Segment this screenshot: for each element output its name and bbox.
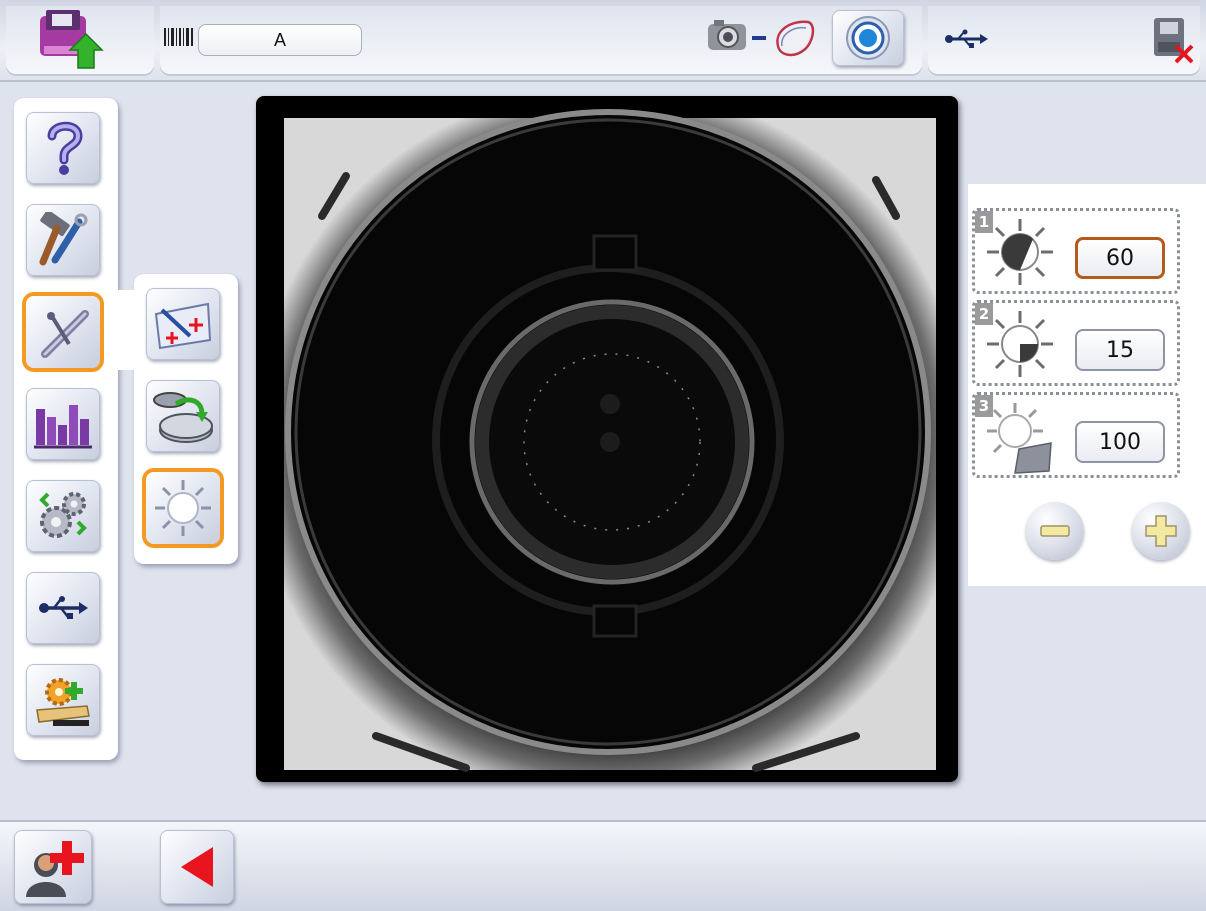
minus-icon	[1040, 525, 1070, 537]
increase-button[interactable]	[1132, 502, 1190, 560]
add-settings-icon	[36, 678, 90, 726]
back-button[interactable]	[160, 830, 234, 904]
light-row-1: 1 60	[972, 208, 1180, 294]
light-3-value[interactable]: 100	[1075, 421, 1165, 463]
settings-gears-icon	[39, 492, 87, 538]
lens-shape-icon	[770, 16, 818, 58]
statistics-button[interactable]	[26, 388, 100, 460]
target-button[interactable]	[832, 10, 904, 66]
usb-status	[944, 28, 988, 50]
add-operator-button[interactable]	[14, 830, 92, 904]
light-1-value[interactable]: 60	[1075, 237, 1165, 279]
top-bar: A	[0, 0, 1206, 82]
light-2-value[interactable]: 15	[1075, 329, 1165, 371]
tools-button[interactable]	[26, 204, 100, 276]
add-operator-icon	[26, 841, 84, 897]
usb-button[interactable]	[26, 572, 100, 644]
calibration-icon	[41, 310, 89, 358]
usb-icon	[945, 29, 988, 48]
light-row-3: 3 100	[972, 392, 1180, 478]
usb-icon	[39, 596, 88, 619]
job-code: A	[273, 29, 286, 50]
crosshair-calibration-button[interactable]	[146, 288, 220, 360]
barcode-icon	[164, 28, 194, 46]
upload-job-button[interactable]	[36, 6, 108, 72]
crosshair-calibration-icon	[154, 302, 212, 350]
help-icon	[47, 121, 83, 175]
brightness-icon	[155, 480, 211, 536]
brightness-quarter-icon	[987, 311, 1053, 377]
statistics-icon	[34, 405, 92, 449]
light-row-2: 2 15	[972, 300, 1180, 386]
lens-camera-image	[284, 109, 936, 772]
camera-icon	[706, 18, 750, 54]
back-arrow-icon	[181, 847, 213, 887]
add-settings-button[interactable]	[26, 664, 100, 736]
exit-terminal-icon	[1154, 18, 1194, 64]
camera-view	[256, 96, 958, 782]
upload-job-icon	[40, 10, 104, 69]
decrease-button[interactable]	[1026, 502, 1084, 560]
submenu-connector	[110, 290, 140, 370]
dash-separator	[752, 36, 766, 40]
brightness-half-icon	[987, 219, 1053, 285]
target-icon	[846, 16, 890, 60]
help-button[interactable]	[26, 112, 100, 184]
calibration-button[interactable]	[26, 296, 100, 368]
lens-rotation-icon	[153, 392, 213, 443]
plus-icon	[1145, 515, 1177, 547]
lens-rotation-button[interactable]	[146, 380, 220, 452]
brightness-button[interactable]	[146, 472, 220, 544]
settings-button[interactable]	[26, 480, 100, 552]
tools-icon	[39, 212, 88, 266]
exit-button[interactable]	[1148, 12, 1198, 64]
job-field[interactable]: A	[198, 24, 362, 56]
brightness-surface-icon	[987, 403, 1052, 474]
